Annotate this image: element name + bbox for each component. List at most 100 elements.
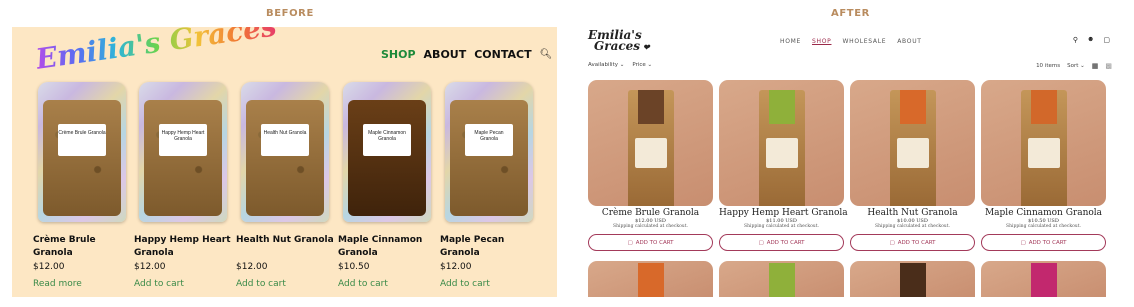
granola-fill: [43, 100, 121, 216]
granola-fill: [144, 100, 222, 216]
bag-color-strip: [900, 263, 926, 297]
filter-price-label: Price: [632, 62, 646, 68]
product-name[interactable]: Happy Hemp Heart Granola: [719, 208, 848, 218]
product-photo-row2[interactable]: [850, 261, 975, 297]
search-icon[interactable]: 🔍︎: [540, 49, 553, 60]
granola-bag: [890, 90, 936, 206]
old-product-card[interactable]: Maple Cinnamon Granola Maple Cinnamon Gra…: [338, 82, 436, 289]
new-nav-shop[interactable]: SHOP: [812, 38, 831, 45]
after-site-screenshot: Emilia's Graces ❤ HOME SHOP WHOLESALE AB…: [578, 27, 1122, 297]
product-photo-row2[interactable]: [588, 261, 713, 297]
search-icon[interactable]: ⚲: [1073, 36, 1078, 44]
sort-dropdown[interactable]: Sort ⌄: [1067, 63, 1085, 69]
old-nav-contact[interactable]: CONTACT: [474, 48, 531, 61]
after-caption: AFTER: [831, 8, 870, 19]
new-logo-line2: Graces: [594, 39, 641, 53]
filter-price[interactable]: Price ⌄: [632, 62, 652, 68]
old-product-card[interactable]: Happy Hemp Heart Granola Happy Hemp Heart…: [134, 82, 232, 289]
filter-bar: Availability ⌄ Price ⌄: [588, 62, 652, 68]
pouch-label: Crème Brule Granola: [58, 124, 106, 156]
new-logo[interactable]: Emilia's Graces ❤: [588, 29, 650, 53]
product-image[interactable]: Happy Hemp Heart Granola: [139, 82, 227, 222]
new-nav-wholesale[interactable]: WHOLESALE: [842, 38, 886, 45]
new-nav-home[interactable]: HOME: [780, 38, 801, 45]
add-to-cart-button[interactable]: ▢ ADD TO CART: [719, 234, 844, 251]
bag-color-strip: [900, 90, 926, 124]
product-image[interactable]: Crème Brule Granola: [38, 82, 126, 222]
chevron-down-icon: ⌄: [1080, 63, 1085, 69]
new-product-card[interactable]: Maple Cinnamon Granola $10.50 USD Shipping…: [981, 80, 1106, 251]
product-name[interactable]: Health Nut Granola: [850, 208, 975, 218]
new-nav-about[interactable]: ABOUT: [897, 38, 921, 45]
shipping-note: Shipping calculated at checkout.: [613, 224, 688, 229]
old-nav-shop[interactable]: SHOP: [381, 48, 416, 61]
granola-fill: [246, 100, 324, 216]
add-to-cart-label: ADD TO CART: [635, 239, 674, 246]
add-to-cart-button[interactable]: ▢ ADD TO CART: [850, 234, 975, 251]
product-name[interactable]: Happy Hemp Heart Granola: [134, 234, 232, 260]
product-action-link[interactable]: Read more: [33, 279, 131, 289]
product-image[interactable]: Maple Pecan Granola: [445, 82, 533, 222]
bag-color-strip: [1031, 263, 1057, 297]
new-product-card[interactable]: Health Nut Granola $10.00 USD Shipping cal…: [850, 80, 975, 251]
before-caption: BEFORE: [266, 8, 314, 19]
product-action-link[interactable]: Add to cart: [236, 279, 334, 289]
bag-label: [766, 138, 798, 168]
product-name[interactable]: Maple Cinnamon Granola: [338, 234, 436, 260]
grid-small-icon[interactable]: ▩: [1105, 62, 1112, 70]
product-name[interactable]: Health Nut Granola: [236, 234, 334, 260]
before-site-screenshot: Emilia's Graces SHOP ABOUT CONTACT 🔍︎ Cr…: [12, 27, 557, 297]
product-photo[interactable]: [850, 80, 975, 206]
old-product-card[interactable]: Maple Pecan Granola Maple Pecan Granola $1…: [440, 82, 538, 289]
filter-availability[interactable]: Availability ⌄: [588, 62, 624, 68]
sort-bar: 10 items Sort ⌄ ▦ ▩: [1036, 62, 1112, 70]
product-photo[interactable]: [588, 80, 713, 206]
new-product-card[interactable]: Crème Brule Granola $12.00 USD Shipping ca…: [588, 80, 713, 251]
cart-icon[interactable]: ▢: [1103, 36, 1110, 44]
product-action-link[interactable]: Add to cart: [338, 279, 436, 289]
shipping-note: Shipping calculated at checkout.: [875, 224, 950, 229]
bag-color-strip: [638, 263, 664, 297]
pouch-label: Maple Cinnamon Granola: [363, 124, 411, 156]
product-price: $10.50: [338, 262, 370, 272]
granola-fill: [348, 100, 426, 216]
old-logo[interactable]: Emilia's Graces: [34, 27, 279, 76]
product-photo[interactable]: [719, 80, 844, 206]
new-navigation: HOME SHOP WHOLESALE ABOUT: [780, 38, 922, 45]
product-name[interactable]: Maple Cinnamon Granola: [981, 208, 1106, 218]
shipping-note: Shipping calculated at checkout.: [744, 224, 819, 229]
add-to-cart-label: ADD TO CART: [766, 239, 805, 246]
comparison-root: BEFORE AFTER Emilia's Graces SHOP ABOUT …: [0, 0, 1134, 307]
old-product-card[interactable]: Crème Brule Granola Crème Brule Granola $1…: [33, 82, 131, 289]
cart-icon: ▢: [1020, 239, 1026, 246]
product-price: $12.00: [134, 262, 166, 272]
bag-color-strip: [769, 263, 795, 297]
product-price: $12.00: [33, 262, 65, 272]
add-to-cart-button[interactable]: ▢ ADD TO CART: [981, 234, 1106, 251]
bag-label: [635, 138, 667, 168]
product-name[interactable]: Crème Brule Granola: [33, 234, 131, 260]
product-action-link[interactable]: Add to cart: [440, 279, 538, 289]
cart-icon: ▢: [627, 239, 633, 246]
shipping-note: Shipping calculated at checkout.: [1006, 224, 1081, 229]
grid-large-icon[interactable]: ▦: [1092, 62, 1099, 70]
old-product-card[interactable]: Health Nut Granola Health Nut Granola $12.…: [236, 82, 334, 289]
cart-icon: ▢: [758, 239, 764, 246]
old-nav-about[interactable]: ABOUT: [424, 48, 467, 61]
granola-bag: [628, 90, 674, 206]
old-navigation: SHOP ABOUT CONTACT 🔍︎: [381, 48, 557, 61]
product-name[interactable]: Maple Pecan Granola: [440, 234, 538, 260]
cart-icon: ▢: [889, 239, 895, 246]
product-photo-row2[interactable]: [719, 261, 844, 297]
product-photo-row2[interactable]: [981, 261, 1106, 297]
product-image[interactable]: Health Nut Granola: [241, 82, 329, 222]
product-image[interactable]: Maple Cinnamon Granola: [343, 82, 431, 222]
bag-label: [1028, 138, 1060, 168]
new-product-card[interactable]: Happy Hemp Heart Granola $11.00 USD Shippi…: [719, 80, 848, 251]
add-to-cart-button[interactable]: ▢ ADD TO CART: [588, 234, 713, 251]
product-photo[interactable]: [981, 80, 1106, 206]
product-name[interactable]: Crème Brule Granola: [588, 208, 713, 218]
product-action-link[interactable]: Add to cart: [134, 279, 232, 289]
account-icon[interactable]: ☻: [1087, 36, 1094, 44]
granola-bag: [1021, 90, 1067, 206]
